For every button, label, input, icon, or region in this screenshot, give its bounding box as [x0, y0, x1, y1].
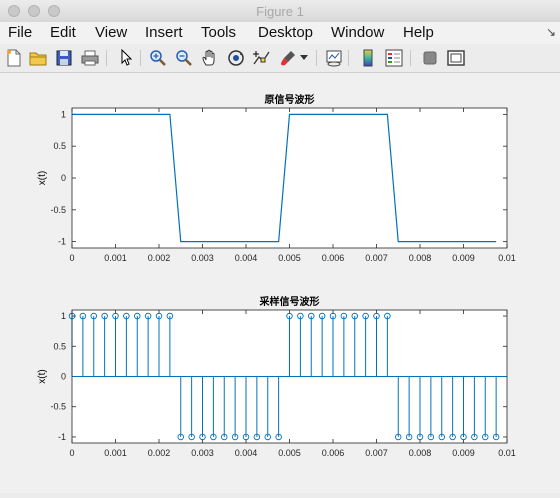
toolbar-separator: [316, 50, 317, 66]
pointer-icon[interactable]: [116, 48, 136, 68]
menu-help[interactable]: Help: [403, 24, 434, 41]
toolbar-separator: [348, 50, 349, 66]
y-tick-label: -1: [58, 432, 66, 442]
y-tick-label: 0.5: [53, 341, 66, 351]
x-tick-label: 0.004: [235, 253, 258, 263]
menu-bar: File Edit View Insert Tools Desktop Wind…: [0, 22, 560, 44]
pan-hand-icon[interactable]: [200, 48, 220, 68]
y-tick-label: 0.5: [53, 141, 66, 151]
rotate-3d-icon[interactable]: [226, 48, 246, 68]
x-tick-label: 0.004: [235, 448, 258, 458]
toolbar-separator: [140, 50, 141, 66]
x-tick-label: 0.001: [104, 448, 127, 458]
x-tick-label: 0.003: [191, 253, 214, 263]
subplot-original-signal[interactable]: 原信号波形 x(t) 0 0.001 0.002 0.003 0.004 0.005 0.006…: [37, 93, 516, 263]
menu-window[interactable]: Window: [331, 24, 384, 41]
legend-icon[interactable]: [384, 48, 404, 68]
data-cursor-icon[interactable]: [252, 48, 272, 68]
x-tick-label: 0.007: [365, 253, 388, 263]
x-tick-label: 0.005: [278, 253, 301, 263]
menu-edit[interactable]: Edit: [50, 24, 76, 41]
dropdown-arrow-icon[interactable]: [298, 48, 310, 68]
menu-file[interactable]: File: [8, 24, 32, 41]
hide-plot-tools-icon[interactable]: [420, 48, 440, 68]
link-plot-icon[interactable]: [324, 48, 344, 68]
x-tick-label: 0.006: [322, 253, 345, 263]
chart-title: 原信号波形: [265, 93, 315, 106]
y-tick-label: -0.5: [50, 205, 66, 215]
menu-tools[interactable]: Tools: [201, 24, 236, 41]
x-tick-label: 0.002: [148, 253, 171, 263]
axes-background: [72, 108, 507, 248]
x-tick-label: 0.009: [452, 253, 475, 263]
x-tick-label: 0.008: [409, 448, 432, 458]
menu-overflow-arrow-icon[interactable]: ↘: [546, 25, 556, 39]
x-tick-label: 0.003: [191, 448, 214, 458]
menu-view[interactable]: View: [95, 24, 127, 41]
x-tick-label: 0.002: [148, 448, 171, 458]
subplot-sampled-signal[interactable]: 采样信号波形 x(t) 0 0.001 0.002 0.003 0.004 0.005 0.00…: [37, 295, 516, 458]
x-tick-label: 0.007: [365, 448, 388, 458]
y-tick-label: 0: [61, 173, 66, 183]
colorbar-icon[interactable]: [358, 48, 378, 68]
y-tick-label: 1: [61, 109, 66, 119]
menu-insert[interactable]: Insert: [145, 24, 183, 41]
print-icon[interactable]: [80, 48, 100, 68]
x-tick-label: 0.009: [452, 448, 475, 458]
show-plot-tools-icon[interactable]: [446, 48, 466, 68]
y-axis-label: x(t): [37, 171, 48, 185]
y-tick-label: 1: [61, 311, 66, 321]
x-tick-label: 0.001: [104, 253, 127, 263]
x-tick-label: 0: [69, 253, 74, 263]
toolbar-separator: [410, 50, 411, 66]
y-tick-label: -1: [58, 237, 66, 247]
figure-toolbar: [0, 44, 560, 73]
x-tick-label: 0.006: [322, 448, 345, 458]
figure-svg: 原信号波形 x(t) 0 0.001 0.002 0.003 0.004 0.005 0.006…: [37, 93, 516, 458]
menu-desktop[interactable]: Desktop: [258, 24, 313, 41]
save-icon[interactable]: [54, 48, 74, 68]
chart-title: 采样信号波形: [259, 295, 320, 308]
new-figure-icon[interactable]: [4, 48, 24, 68]
zoom-in-icon[interactable]: [148, 48, 168, 68]
y-tick-label: 0: [61, 372, 66, 382]
y-tick-label: -0.5: [50, 402, 66, 412]
figure-canvas: 原信号波形 x(t) 0 0.001 0.002 0.003 0.004 0.005 0.006…: [0, 73, 560, 493]
x-tick-label: 0.005: [278, 448, 301, 458]
x-tick-label: 0: [69, 448, 74, 458]
zoom-out-icon[interactable]: [174, 48, 194, 68]
brush-icon[interactable]: [278, 48, 298, 68]
window-title: Figure 1: [256, 4, 304, 19]
toolbar-separator: [106, 50, 107, 66]
x-tick-label: 0.01: [498, 448, 516, 458]
open-file-icon[interactable]: [28, 48, 48, 68]
x-tick-label: 0.008: [409, 253, 432, 263]
x-tick-label: 0.01: [498, 253, 516, 263]
y-axis-label: x(t): [37, 369, 48, 383]
window-titlebar: Figure 1: [0, 0, 560, 23]
